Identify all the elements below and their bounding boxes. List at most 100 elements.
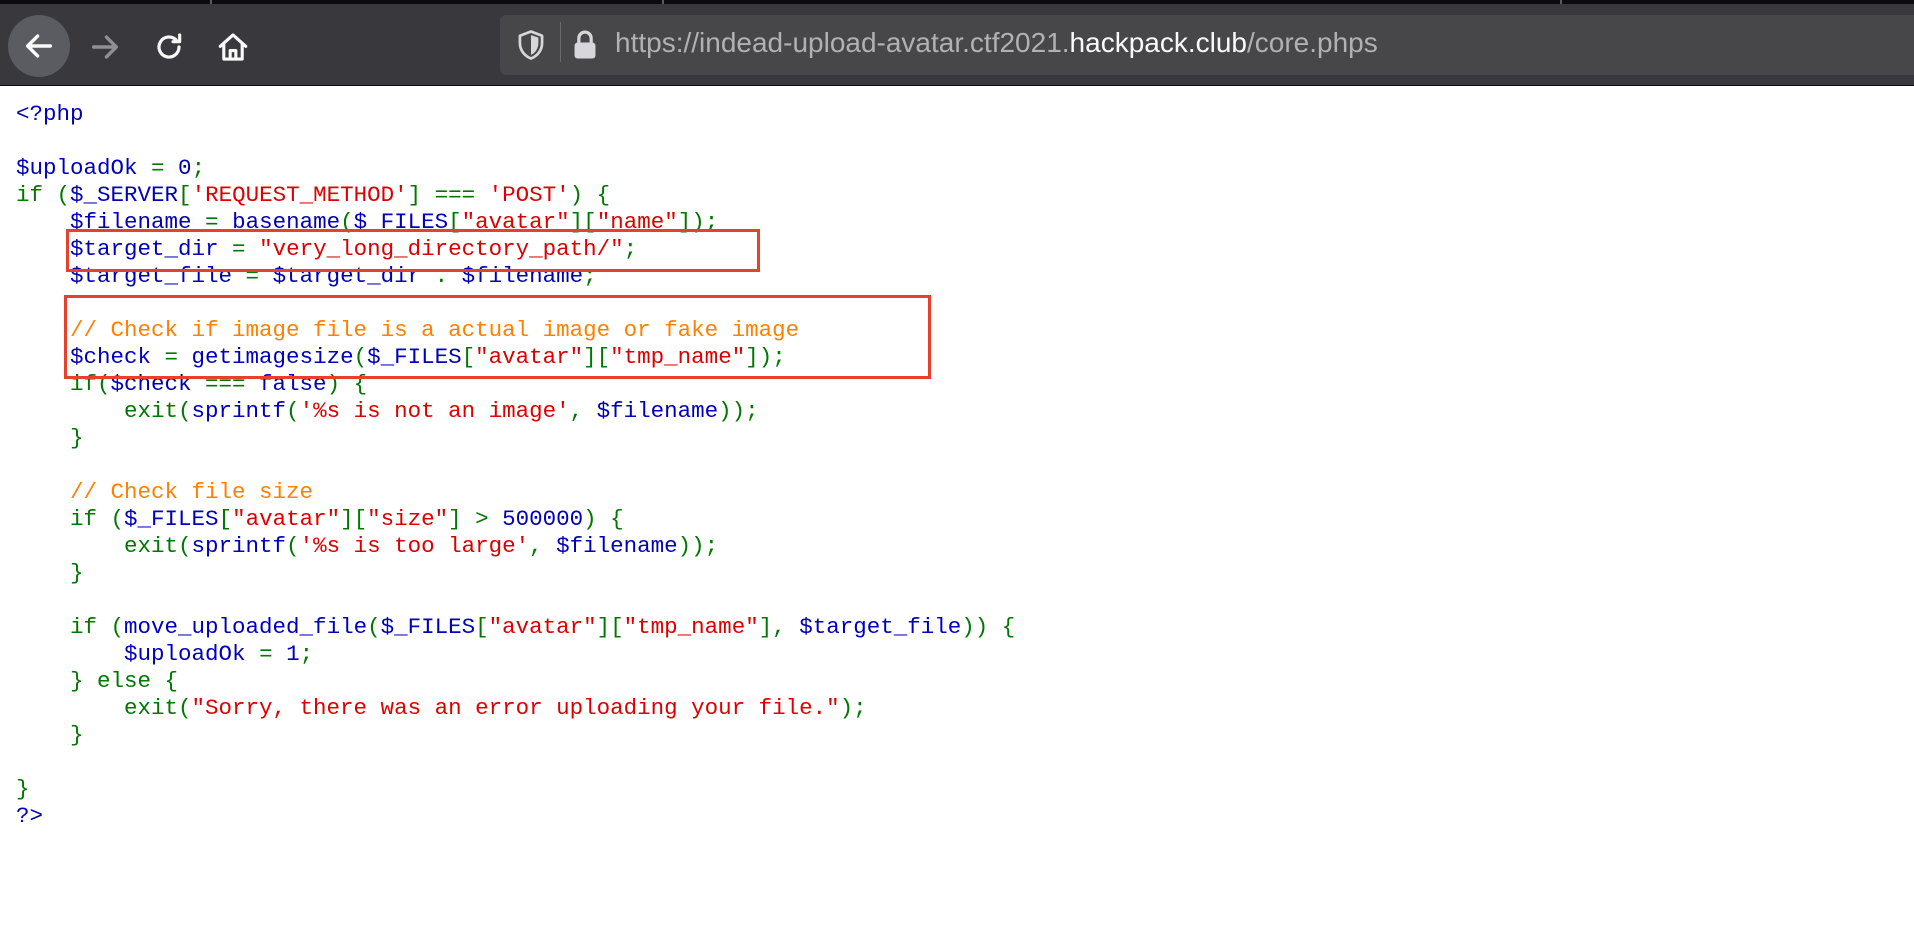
code-token: sprintf bbox=[191, 398, 287, 424]
code-line: } bbox=[16, 722, 1015, 749]
code-token: sprintf bbox=[191, 533, 287, 559]
code-token: $filename bbox=[556, 533, 678, 559]
code-token: [ bbox=[475, 614, 489, 640]
forward-button[interactable] bbox=[76, 18, 134, 76]
php-source-code: <?php $uploadOk = 0; if ($_SERVER['REQUEST… bbox=[16, 101, 1015, 830]
code-line: if (move_uploaded_file($_FILES["avatar"]… bbox=[16, 614, 1015, 641]
code-token: ) { bbox=[569, 182, 611, 208]
url-domain: hackpack.club bbox=[1069, 27, 1247, 58]
code-token: // Check file size bbox=[70, 479, 314, 505]
url-text[interactable]: https://indead-upload-avatar.ctf2021.hac… bbox=[615, 27, 1378, 59]
code-line: // Check file size bbox=[16, 479, 1015, 506]
tab-strip bbox=[0, 0, 1914, 4]
code-token: "tmp_name" bbox=[623, 614, 759, 640]
code-line: $uploadOk = 0; bbox=[16, 155, 1015, 182]
code-token: ( bbox=[367, 614, 381, 640]
code-token: ][ bbox=[596, 614, 624, 640]
code-token: $_FILES bbox=[124, 506, 219, 532]
code-token: 'POST' bbox=[488, 182, 570, 208]
url-bar-separator bbox=[560, 22, 561, 62]
url-subdomain: indead-upload-avatar.ctf2021. bbox=[699, 27, 1070, 58]
code-token: ], bbox=[758, 614, 800, 640]
code-token: )) { bbox=[961, 614, 1016, 640]
code-line: } bbox=[16, 425, 1015, 452]
code-token: ); bbox=[839, 695, 867, 721]
code-line: ?> bbox=[16, 803, 1015, 830]
code-line: $uploadOk = 1; bbox=[16, 641, 1015, 668]
code-token: ][ bbox=[340, 506, 368, 532]
code-token: 1 bbox=[286, 641, 300, 667]
highlight-box-target-dir bbox=[66, 229, 760, 272]
highlight-box-getimagesize bbox=[64, 295, 931, 379]
code-token: } bbox=[16, 722, 84, 748]
code-token: [ bbox=[218, 506, 233, 532]
code-token: 'REQUEST_METHOD' bbox=[191, 182, 408, 208]
code-token: if ( bbox=[16, 614, 125, 640]
code-token: ; bbox=[299, 641, 314, 667]
lock-icon[interactable] bbox=[572, 29, 598, 66]
code-token: ; bbox=[191, 155, 206, 181]
code-line: if ($_SERVER['REQUEST_METHOD'] === 'POST… bbox=[16, 182, 1015, 209]
code-token: $target_file bbox=[799, 614, 962, 640]
code-token: ] === bbox=[407, 182, 489, 208]
code-line: } bbox=[16, 776, 1015, 803]
code-token: "avatar" bbox=[488, 614, 597, 640]
code-token: $uploadOk bbox=[124, 641, 260, 667]
code-token: )); bbox=[677, 533, 719, 559]
code-token: exit( bbox=[16, 533, 192, 559]
tab-separator bbox=[662, 0, 664, 4]
code-token: $_SERVER bbox=[70, 182, 179, 208]
code-token: = bbox=[259, 641, 287, 667]
code-line: if ($_FILES["avatar"]["size"] > 500000) … bbox=[16, 506, 1015, 533]
code-line: exit(sprintf('%s is not an image', $file… bbox=[16, 398, 1015, 425]
code-token: if ( bbox=[16, 506, 125, 532]
code-line: <?php bbox=[16, 101, 1015, 128]
tab-separator bbox=[1560, 0, 1562, 4]
code-token: exit( bbox=[16, 695, 192, 721]
tab-separator bbox=[210, 0, 212, 4]
code-token: [ bbox=[178, 182, 192, 208]
code-token: $_FILES bbox=[380, 614, 476, 640]
code-token: , bbox=[529, 533, 557, 559]
code-token: '%s is too large' bbox=[299, 533, 530, 559]
code-token: move_uploaded_file bbox=[124, 614, 368, 640]
url-scheme: https:// bbox=[615, 27, 700, 58]
code-token: "Sorry, there was an error uploading you… bbox=[191, 695, 840, 721]
code-token: ( bbox=[286, 398, 300, 424]
code-token: exit( bbox=[16, 398, 192, 424]
arrow-right-icon bbox=[91, 35, 119, 59]
code-token: 500000 bbox=[502, 506, 584, 532]
code-line: exit(sprintf('%s is too large', $filenam… bbox=[16, 533, 1015, 560]
code-token: "size" bbox=[367, 506, 449, 532]
code-line: } else { bbox=[16, 668, 1015, 695]
arrow-left-icon bbox=[25, 34, 53, 58]
reload-button[interactable] bbox=[140, 18, 198, 76]
code-token: '%s is not an image' bbox=[299, 398, 570, 424]
code-token: } bbox=[16, 425, 84, 451]
code-token: } bbox=[16, 560, 84, 586]
code-token: , bbox=[569, 398, 597, 424]
home-button[interactable] bbox=[204, 18, 262, 76]
code-token: )); bbox=[718, 398, 759, 424]
reload-icon bbox=[157, 33, 182, 59]
code-token: } else { bbox=[16, 668, 179, 694]
code-token: } bbox=[16, 776, 30, 802]
back-button[interactable] bbox=[8, 15, 70, 77]
code-line: exit("Sorry, there was an error uploadin… bbox=[16, 695, 1015, 722]
code-token: ?> bbox=[16, 803, 44, 829]
url-path: /core.phps bbox=[1246, 27, 1378, 58]
code-token: ) { bbox=[583, 506, 624, 532]
shield-icon[interactable] bbox=[516, 29, 546, 66]
code-token: 0 bbox=[178, 155, 192, 181]
